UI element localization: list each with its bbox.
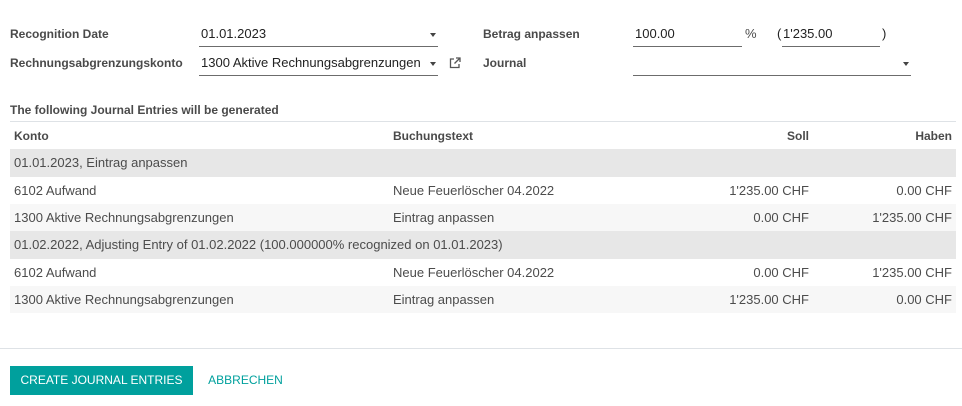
recognition-date-label: Recognition Date: [10, 27, 109, 41]
amount-close-paren: ): [882, 26, 887, 41]
external-link-icon[interactable]: [449, 57, 461, 69]
cell-credit: 1'235.00 CHF: [872, 264, 952, 280]
cell-debit: 0.00 CHF: [753, 264, 809, 280]
cell-credit: 1'235.00 CHF: [872, 209, 952, 225]
amount-open-paren: (: [777, 26, 782, 41]
entry-group-row: 01.02.2022, Adjusting Entry of 01.02.202…: [10, 231, 956, 259]
entries-heading: The following Journal Entries will be ge…: [10, 103, 279, 117]
journal-label: Journal: [483, 56, 527, 70]
cell-label: Eintrag anpassen: [393, 291, 495, 307]
caret-down-icon[interactable]: [430, 33, 436, 37]
table-row: 1300 Aktive Rechnungsabgrenzungen Eintra…: [10, 204, 956, 231]
cell-label: Eintrag anpassen: [393, 209, 495, 225]
table-header-row: Konto Buchungstext Soll Haben: [10, 121, 956, 149]
create-journal-entries-button[interactable]: CREATE JOURNAL ENTRIES: [10, 366, 193, 395]
table-row: 1300 Aktive Rechnungsabgrenzungen Eintra…: [10, 286, 956, 313]
cell-debit: 1'235.00 CHF: [729, 182, 809, 198]
cell-account: 6102 Aufwand: [14, 182, 97, 198]
cell-credit: 0.00 CHF: [896, 291, 952, 307]
caret-down-icon[interactable]: [903, 62, 909, 66]
adjust-amount-label: Betrag anpassen: [483, 27, 580, 41]
cell-account: 1300 Aktive Rechnungsabgrenzungen: [14, 291, 234, 307]
recognition-date-field[interactable]: 01.01.2023: [199, 24, 438, 47]
footer-divider: [0, 348, 962, 349]
column-header-account: Konto: [14, 128, 49, 143]
adjust-percent-value: 100.00: [635, 26, 675, 41]
column-header-credit: Haben: [915, 128, 952, 143]
column-header-label: Buchungstext: [393, 128, 474, 143]
column-header-debit: Soll: [786, 128, 809, 143]
entry-group-row: 01.01.2023, Eintrag anpassen: [10, 149, 956, 177]
recognition-date-value: 01.01.2023: [201, 26, 267, 41]
cell-label: Neue Feuerlöscher 04.2022: [393, 264, 555, 280]
cell-account: 6102 Aufwand: [14, 264, 97, 280]
entry-group-title: 01.02.2022, Adjusting Entry of 01.02.202…: [14, 237, 503, 252]
cell-debit: 0.00 CHF: [753, 209, 809, 225]
deferral-account-value: 1300 Aktive Rechnungsabgrenzungen: [201, 55, 421, 70]
deferral-account-field[interactable]: 1300 Aktive Rechnungsabgrenzungen: [199, 53, 438, 76]
deferral-account-label: Rechnungsabgrenzungskonto: [10, 56, 183, 70]
adjust-amount-value: 1'235.00: [783, 26, 833, 41]
table-row: 6102 Aufwand Neue Feuerlöscher 04.2022 0…: [10, 259, 956, 286]
cell-label: Neue Feuerlöscher 04.2022: [393, 182, 555, 198]
adjust-percent-input[interactable]: 100.00: [633, 24, 742, 47]
cell-debit: 1'235.00 CHF: [729, 291, 809, 307]
cancel-button[interactable]: ABBRECHEN: [198, 366, 293, 395]
journal-entries-table: Konto Buchungstext Soll Haben 01.01.2023…: [10, 121, 956, 313]
adjust-amount-input[interactable]: 1'235.00: [782, 24, 880, 47]
table-row: 6102 Aufwand Neue Feuerlöscher 04.2022 1…: [10, 177, 956, 204]
journal-field[interactable]: [633, 53, 911, 76]
cell-credit: 0.00 CHF: [896, 182, 952, 198]
caret-down-icon[interactable]: [430, 62, 436, 66]
entry-group-title: 01.01.2023, Eintrag anpassen: [14, 155, 188, 170]
cell-account: 1300 Aktive Rechnungsabgrenzungen: [14, 209, 234, 225]
percent-symbol: %: [745, 26, 757, 41]
